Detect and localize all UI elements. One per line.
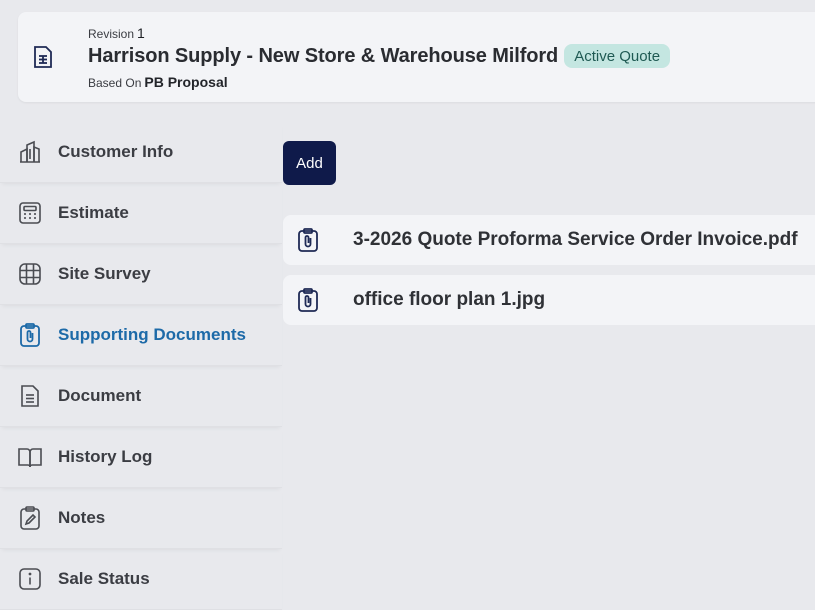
document-row[interactable]: 3-2026 Quote Proforma Service Order Invo… (283, 215, 815, 265)
based-on-label: Based On (88, 76, 142, 90)
sidebar-item-document[interactable]: Document (0, 366, 282, 427)
sidebar-item-history-log[interactable]: History Log (0, 427, 282, 488)
clipboard-paperclip-icon (297, 228, 319, 252)
sidebar-item-label: History Log (58, 447, 153, 466)
status-badge: Active Quote (564, 44, 671, 68)
document-name[interactable]: 3-2026 Quote Proforma Service Order Invo… (353, 229, 798, 251)
document-icon (17, 383, 43, 409)
add-document-button[interactable]: Add (283, 141, 336, 185)
clipboard-pencil-icon (17, 505, 43, 531)
sidebar-item-label: Supporting Documents (58, 325, 246, 344)
document-icon (32, 45, 54, 69)
sidebar-item-notes[interactable]: Notes (0, 488, 282, 549)
sidebar-item-label: Sale Status (58, 569, 150, 588)
document-name[interactable]: office floor plan 1.jpg (353, 289, 545, 311)
based-on-line: Based On PB Proposal (88, 74, 228, 90)
grid-globe-icon (17, 261, 43, 287)
building-icon (17, 139, 43, 165)
document-row[interactable]: office floor plan 1.jpg (283, 275, 815, 325)
sidebar-item-customer-info[interactable]: Customer Info (0, 122, 282, 183)
book-icon (17, 444, 43, 470)
sidebar-item-label: Customer Info (58, 142, 174, 161)
clipboard-paperclip-icon (17, 322, 43, 348)
sidebar-nav: Customer Info Estimate Site Survey Suppo… (0, 122, 282, 610)
info-icon (17, 566, 43, 592)
revision-line: Revision 1 (88, 25, 145, 41)
sidebar-item-estimate[interactable]: Estimate (0, 183, 282, 244)
clipboard-paperclip-icon (297, 288, 319, 312)
sidebar-item-label: Estimate (58, 203, 129, 222)
sidebar-item-site-survey[interactable]: Site Survey (0, 244, 282, 305)
sidebar-item-label: Document (58, 386, 142, 405)
sidebar-item-label: Notes (58, 508, 106, 527)
based-on-value: PB Proposal (144, 74, 228, 90)
revision-number: 1 (137, 25, 145, 41)
quote-title: Harrison Supply - New Store & Warehouse … (88, 44, 559, 67)
revision-label: Revision (88, 27, 135, 41)
sidebar-item-supporting-documents[interactable]: Supporting Documents (0, 305, 282, 366)
quote-header: Revision 1 Harrison Supply - New Store & … (18, 12, 815, 102)
calculator-icon (17, 200, 43, 226)
sidebar-item-sale-status[interactable]: Sale Status (0, 549, 282, 610)
sidebar-item-label: Site Survey (58, 264, 151, 283)
